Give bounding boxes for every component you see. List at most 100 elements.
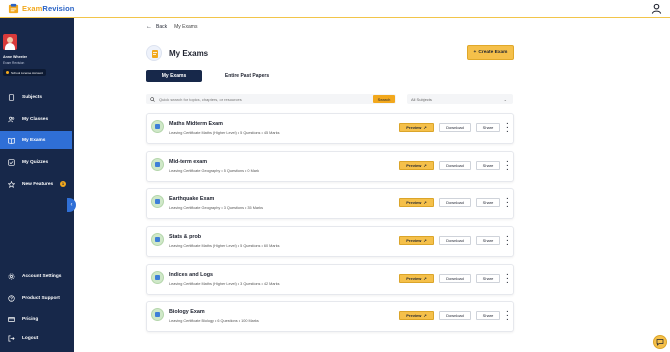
exam-card[interactable]: Indices and Logs Leaving Certificate Math… [146,264,514,295]
sidebar-item-my-classes[interactable]: My Classes [0,110,72,128]
tab-bar: My Exams Entire Past Papers [146,70,282,82]
share-button[interactable]: Share [476,123,500,132]
breadcrumb-current: My Exams [174,24,198,30]
download-button[interactable]: Download [439,161,471,170]
exam-card[interactable]: Maths Midterm Exam Leaving Certificate Ma… [146,113,514,144]
preview-label: Preview [406,313,422,318]
card-icon [8,316,15,322]
exam-name: Biology Exam [169,309,205,315]
preview-button[interactable]: Preview ↗ [399,274,434,283]
preview-button[interactable]: Preview ↗ [399,236,434,245]
exam-meta: Leaving Certificate Maths (Higher Level)… [169,131,280,135]
exam-card[interactable]: Biology Exam Leaving Certificate Biology … [146,301,514,332]
preview-button[interactable]: Preview ↗ [399,161,434,170]
sidebar-item-logout[interactable]: Logout [0,329,72,347]
chevron-down-icon: ⌄ [503,96,507,102]
subject-filter-value: All Subjects [411,96,432,102]
sidebar-item-subjects[interactable]: Subjects [0,88,72,106]
avatar[interactable] [3,34,17,50]
quiz-icon [8,158,15,166]
sidebar-item-product-support[interactable]: Product Support [0,289,72,307]
share-button[interactable]: Share [476,311,500,320]
download-button[interactable]: Download [439,274,471,283]
exam-subject-icon [151,158,164,171]
back-link[interactable]: Back [156,24,167,30]
exam-name: Indices and Logs [169,272,214,278]
exam-illustration-icon [152,50,158,58]
star-icon [8,180,15,188]
exam-meta: Leaving Certificate Maths (Higher Level)… [169,244,280,248]
download-button[interactable]: Download [439,236,471,245]
preview-label: Preview [406,276,422,281]
sidebar-item-label: New Features [22,181,54,187]
exam-meta: Leaving Certificate Geography • 5 Questi… [169,169,260,173]
preview-label: Preview [406,200,422,205]
exam-subject-icon [151,271,164,284]
logo[interactable]: ExamRevision [8,3,74,14]
sidebar-item-label: Logout [22,335,39,341]
search-icon [150,96,155,102]
more-options-icon[interactable]: · · · [505,272,510,287]
top-bar: ExamRevision [0,0,670,18]
sidebar-item-pricing[interactable]: Pricing [0,310,72,328]
sidebar-item-label: Pricing [22,316,39,322]
more-options-icon[interactable]: · · · [505,159,510,174]
more-options-icon[interactable]: · · · [505,121,510,136]
sidebar-item-my-exams[interactable]: My Exams [0,131,72,149]
exam-card[interactable]: Earthquake Exam Leaving Certificate Geogr… [146,188,514,219]
preview-label: Preview [406,125,422,130]
exam-card[interactable]: Mid-term exam Leaving Certificate Geograp… [146,151,514,182]
chat-support-button[interactable] [653,335,667,349]
download-button[interactable]: Download [439,123,471,132]
external-link-icon: ↗ [423,125,427,130]
search-button[interactable]: Search [373,95,395,103]
search-input[interactable] [159,96,359,102]
tab-entire-past-papers[interactable]: Entire Past Papers [212,70,282,82]
preview-button[interactable]: Preview ↗ [399,198,434,207]
main-content: ← Back My Exams My Exams + Create Exam M… [74,18,670,352]
share-button[interactable]: Share [476,274,500,283]
more-options-icon[interactable]: · · · [505,196,510,211]
people-icon [8,116,15,122]
sidebar: Anne Wheeler Exam Revision School Licens… [0,18,76,352]
user-profile-icon[interactable] [651,3,662,14]
logout-icon [8,335,15,341]
user-subtitle: Exam Revision [3,61,25,65]
open-book-icon [8,137,15,144]
sidebar-item-my-quizzes[interactable]: My Quizzes [0,153,72,171]
back-arrow-icon[interactable]: ← [146,24,152,30]
exam-meta: Leaving Certificate Biology • 6 Question… [169,319,259,323]
sidebar-item-label: Account Settings [22,273,62,279]
external-link-icon: ↗ [423,163,427,168]
share-button[interactable]: Share [476,198,500,207]
sidebar-item-label: Product Support [22,295,60,301]
page-title: My Exams [169,49,209,58]
download-button[interactable]: Download [439,311,471,320]
preview-button[interactable]: Preview ↗ [399,311,434,320]
badge-icon [6,71,9,74]
exam-name: Stats & prob [169,234,202,240]
create-exam-button[interactable]: + Create Exam [467,45,514,60]
sidebar-item-label: My Exams [22,137,46,143]
more-options-icon[interactable]: · · · [505,309,510,324]
share-button[interactable]: Share [476,236,500,245]
exam-meta: Leaving Certificate Geography • 3 Questi… [169,206,264,210]
exam-card[interactable]: Stats & prob Leaving Certificate Maths (H… [146,226,514,257]
share-button[interactable]: Share [476,161,500,170]
user-name: Anne Wheeler [3,55,27,59]
external-link-icon: ↗ [423,200,427,205]
more-options-icon[interactable]: · · · [505,234,510,249]
logo-icon [8,3,19,14]
preview-label: Preview [406,238,422,243]
exam-name: Maths Midterm Exam [169,121,223,127]
download-button[interactable]: Download [439,198,471,207]
help-icon [8,294,15,302]
exam-name: Earthquake Exam [169,196,215,202]
sidebar-item-account-settings[interactable]: Account Settings [0,267,72,285]
external-link-icon: ↗ [423,313,427,318]
chat-icon [656,339,664,346]
external-link-icon: ↗ [423,238,427,243]
tab-my-exams[interactable]: My Exams [146,70,202,82]
preview-button[interactable]: Preview ↗ [399,123,434,132]
subject-filter-select[interactable]: All Subjects ⌄ [407,94,513,104]
